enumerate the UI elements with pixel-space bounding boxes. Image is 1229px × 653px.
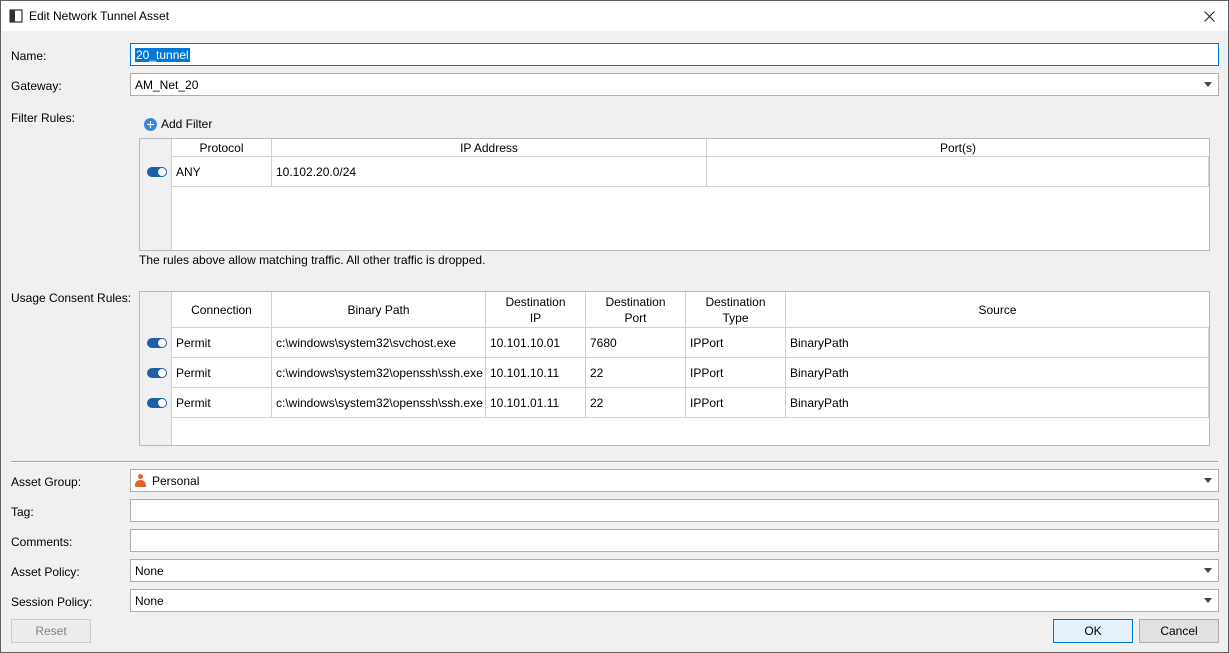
column-header-ip-address[interactable]: IP Address <box>272 139 707 157</box>
ok-button[interactable]: OK <box>1053 619 1133 643</box>
consent-cell-dest-ip[interactable]: 10.101.10.11 <box>486 358 586 388</box>
filter-cell-protocol[interactable]: ANY <box>172 157 272 187</box>
consent-cell-dest-type[interactable]: IPPort <box>686 388 786 418</box>
usage-consent-label: Usage Consent Rules: <box>11 291 132 305</box>
session-policy-value: None <box>135 593 164 608</box>
name-label: Name: <box>11 49 47 63</box>
asset-group-select[interactable]: Personal <box>130 469 1219 492</box>
chevron-down-icon <box>1204 478 1212 483</box>
column-header-binary-path[interactable]: Binary Path <box>272 292 486 328</box>
consent-cell-dest-ip[interactable]: 10.101.10.01 <box>486 328 586 358</box>
consent-cell-connection[interactable]: Permit <box>172 328 272 358</box>
filter-cell-ip[interactable]: 10.102.20.0/24 <box>272 157 707 187</box>
dialog-window: Edit Network Tunnel Asset Name: 20_tunne… <box>0 0 1229 653</box>
cancel-button[interactable]: Cancel <box>1139 619 1219 643</box>
consent-cell-binary[interactable]: c:\windows\system32\openssh\ssh.exe <box>272 358 486 388</box>
column-header-source[interactable]: Source <box>786 292 1209 328</box>
consent-rule-toggle[interactable] <box>147 398 167 408</box>
consent-cell-dest-type[interactable]: IPPort <box>686 358 786 388</box>
filter-rules-label: Filter Rules: <box>11 111 76 125</box>
title-bar: Edit Network Tunnel Asset <box>1 1 1228 31</box>
name-value: 20_tunnel <box>135 47 190 62</box>
close-icon <box>1203 10 1215 22</box>
asset-group-label: Asset Group: <box>11 475 82 489</box>
close-button[interactable] <box>1194 3 1224 29</box>
add-circle-icon <box>144 117 157 131</box>
reset-button[interactable]: Reset <box>11 619 91 643</box>
consent-cell-source[interactable]: BinaryPath <box>786 328 1209 358</box>
consent-cell-source[interactable]: BinaryPath <box>786 358 1209 388</box>
filter-rules-table: Protocol IP Address Port(s) ANY 10.102.2… <box>139 138 1210 251</box>
column-header-connection[interactable]: Connection <box>172 292 272 328</box>
asset-policy-select[interactable]: None <box>130 559 1219 582</box>
consent-cell-dest-port[interactable]: 7680 <box>586 328 686 358</box>
row-header-column <box>140 139 172 250</box>
filter-rules-note: The rules above allow matching traffic. … <box>139 253 486 267</box>
consent-cell-source[interactable]: BinaryPath <box>786 388 1209 418</box>
consent-cell-dest-ip[interactable]: 10.101.01.11 <box>486 388 586 418</box>
consent-cell-dest-port[interactable]: 22 <box>586 358 686 388</box>
tag-input[interactable] <box>130 499 1219 522</box>
asset-policy-label: Asset Policy: <box>11 565 80 579</box>
column-header-ports[interactable]: Port(s) <box>707 139 1209 157</box>
app-icon <box>9 9 23 23</box>
gateway-select[interactable]: AM_Net_20 <box>130 73 1219 96</box>
column-header-destination-ip[interactable]: Destination IP <box>486 292 586 328</box>
column-header-destination-port[interactable]: Destination Port <box>586 292 686 328</box>
chevron-down-icon <box>1204 568 1212 573</box>
consent-rule-toggle[interactable] <box>147 368 167 378</box>
gateway-label: Gateway: <box>11 79 62 93</box>
consent-cell-binary[interactable]: c:\windows\system32\openssh\ssh.exe <box>272 388 486 418</box>
consent-cell-connection[interactable]: Permit <box>172 388 272 418</box>
comments-label: Comments: <box>11 535 73 549</box>
column-header-protocol[interactable]: Protocol <box>172 139 272 157</box>
tag-label: Tag: <box>11 505 34 519</box>
window-title: Edit Network Tunnel Asset <box>29 9 170 23</box>
consent-cell-dest-type[interactable]: IPPort <box>686 328 786 358</box>
usage-consent-table: Connection Binary Path Destination IP Des… <box>139 291 1210 446</box>
consent-cell-binary[interactable]: c:\windows\system32\svchost.exe <box>272 328 486 358</box>
add-filter-button[interactable]: Add Filter <box>144 117 212 131</box>
name-input[interactable]: 20_tunnel <box>130 43 1219 66</box>
asset-policy-value: None <box>135 563 164 578</box>
person-icon <box>135 474 146 487</box>
consent-rule-toggle[interactable] <box>147 338 167 348</box>
column-header-destination-type[interactable]: Destination Type <box>686 292 786 328</box>
filter-cell-ports[interactable] <box>707 157 1209 187</box>
section-divider <box>11 461 1218 463</box>
add-filter-label: Add Filter <box>161 117 213 131</box>
session-policy-label: Session Policy: <box>11 595 93 609</box>
consent-cell-dest-port[interactable]: 22 <box>586 388 686 418</box>
consent-cell-connection[interactable]: Permit <box>172 358 272 388</box>
gateway-value: AM_Net_20 <box>135 77 199 92</box>
chevron-down-icon <box>1204 82 1212 87</box>
asset-group-value: Personal <box>152 473 200 488</box>
session-policy-select[interactable]: None <box>130 589 1219 612</box>
chevron-down-icon <box>1204 598 1212 603</box>
filter-rule-toggle[interactable] <box>147 167 167 177</box>
comments-input[interactable] <box>130 529 1219 552</box>
